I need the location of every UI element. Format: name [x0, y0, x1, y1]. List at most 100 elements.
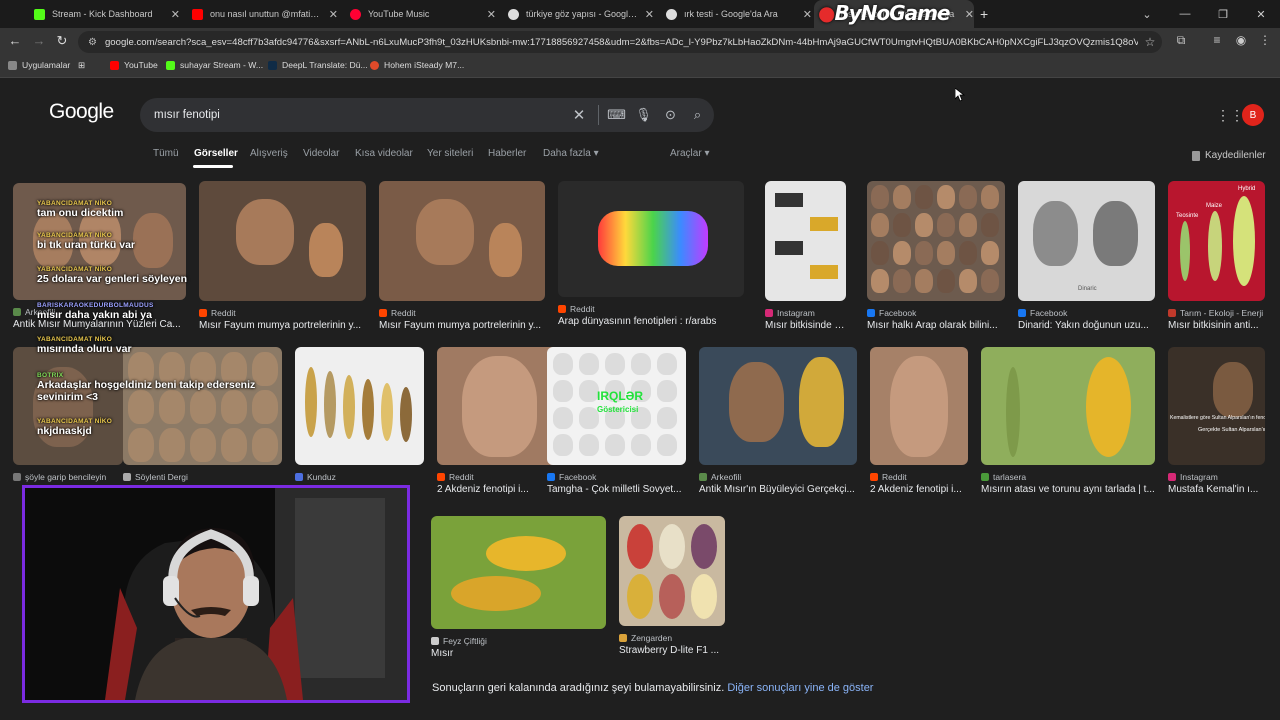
- image-result-source[interactable]: Reddit: [870, 472, 907, 482]
- bookmark-hohem[interactable]: Hohem iSteady M7...: [370, 60, 464, 70]
- image-result-thumbnail[interactable]: Gerçekte Sultan Alparslan'ın fenotipi na…: [1168, 347, 1265, 465]
- image-result-title[interactable]: Mısırın atası ve torunu aynı tarlada | t…: [981, 484, 1155, 495]
- filter-images[interactable]: Görseller: [194, 148, 238, 159]
- image-result-card[interactable]: Dinaric Facebook Dinarid: Yakın doğunun uz…: [1018, 181, 1155, 341]
- image-result-card[interactable]: Facebook Mısır halkı Arap olarak bilini..…: [867, 181, 1005, 341]
- tab-google-irk[interactable]: ırk testi - Google'da Ara ✕: [660, 0, 812, 28]
- image-result-title[interactable]: 2 Akdeniz fenotipi i...: [437, 484, 562, 495]
- image-result-thumbnail[interactable]: [379, 181, 545, 301]
- image-result-source[interactable]: Zengarden: [619, 633, 672, 643]
- image-result-source[interactable]: Facebook: [867, 308, 916, 318]
- image-result-thumbnail[interactable]: [431, 516, 606, 629]
- image-result-card[interactable]: Arkeofili Antik Mısır'ın Büyüleyici Gerçe…: [699, 347, 857, 505]
- image-result-source[interactable]: Reddit: [558, 304, 595, 314]
- close-tab-icon[interactable]: ✕: [965, 8, 974, 21]
- image-result-source[interactable]: Reddit: [437, 472, 474, 482]
- image-result-thumbnail[interactable]: [437, 347, 562, 465]
- image-result-title[interactable]: Mısır halkı Arap olarak bilini...: [867, 320, 1005, 331]
- search-input[interactable]: [154, 109, 564, 121]
- tab-youtube-video[interactable]: onu nasıl unuttun @mfatiherg...✕: [186, 0, 338, 28]
- image-result-thumbnail[interactable]: [295, 347, 424, 465]
- image-result-card[interactable]: Reddit Arap dünyasının fenotipleri : r/ar…: [558, 181, 744, 337]
- image-result-card[interactable]: Kunduz: [295, 347, 424, 505]
- keyboard-icon[interactable]: ⌨: [603, 107, 630, 123]
- close-tab-icon[interactable]: ✕: [487, 8, 496, 21]
- image-result-title[interactable]: Mustafa Kemal'in ı...: [1168, 484, 1265, 495]
- image-result-card[interactable]: IRQLƏR Göstericisi Facebook Tamgha - Çok mi…: [547, 347, 686, 505]
- filter-news[interactable]: Haberler: [488, 148, 526, 159]
- image-result-card[interactable]: Feyz Çiftliği Mısır: [431, 516, 606, 669]
- close-tab-icon[interactable]: ✕: [803, 8, 812, 21]
- google-apps-icon[interactable]: ⋮⋮: [1216, 107, 1244, 124]
- search-icon[interactable]: ⌕: [684, 107, 711, 123]
- tab-kick-dashboard[interactable]: Stream - Kick Dashboard ✕: [28, 0, 180, 28]
- image-result-title[interactable]: Antik Mısır'ın Büyüleyici Gerçekçi...: [699, 484, 857, 495]
- image-result-title[interactable]: Dinarid: Yakın doğunun uzu...: [1018, 320, 1155, 331]
- voice-search-icon[interactable]: 🎙: [630, 107, 657, 123]
- new-tab-button[interactable]: +: [980, 0, 998, 28]
- image-result-source[interactable]: Reddit: [379, 308, 416, 318]
- filter-all[interactable]: Tümü: [153, 148, 179, 159]
- media-icon[interactable]: ≡: [1208, 33, 1226, 47]
- lens-icon[interactable]: ⊙: [657, 107, 684, 123]
- omnibox-url[interactable]: google.com/search?sca_esv=48cff7b3afdc94…: [105, 37, 1138, 48]
- show-more-results-link[interactable]: Diğer sonuçları yine de göster: [727, 682, 873, 694]
- image-result-source[interactable]: Facebook: [1018, 308, 1067, 318]
- filter-videos[interactable]: Videolar: [303, 148, 340, 159]
- close-window-icon[interactable]: ✕: [1242, 8, 1280, 21]
- bookmark-star-icon[interactable]: ☆: [1138, 35, 1162, 49]
- bookmark-kick-stream[interactable]: suhayar Stream - W...: [166, 60, 263, 70]
- bookmark-deepl[interactable]: DeepL Translate: Dü...: [268, 60, 368, 70]
- image-result-title[interactable]: Mısır Fayum mumya portrelerinin y...: [379, 320, 545, 331]
- image-result-thumbnail[interactable]: Hybrid Maize Teosinte: [1168, 181, 1265, 301]
- image-result-title[interactable]: 2 Akdeniz fenotipi i...: [870, 484, 968, 495]
- image-result-thumbnail[interactable]: [699, 347, 857, 465]
- image-result-card[interactable]: Hybrid Maize Teosinte Tarım - Ekoloji - Ene…: [1168, 181, 1265, 341]
- image-result-card[interactable]: Reddit Mısır Fayum mumya portrelerinin y.…: [379, 181, 545, 341]
- back-icon[interactable]: ←: [6, 33, 24, 48]
- image-result-title[interactable]: Tamgha - Çok milletli Sovyet...: [547, 484, 686, 495]
- image-result-source[interactable]: şöyle garip bencileyin: [13, 472, 106, 482]
- image-result-card[interactable]: Reddit 2 Akdeniz fenotipi i...: [437, 347, 562, 505]
- image-result-thumbnail[interactable]: [558, 181, 744, 297]
- minimize-icon[interactable]: —: [1166, 8, 1204, 20]
- filter-tools[interactable]: Araçlar ▾: [670, 148, 709, 159]
- image-result-card[interactable]: Reddit 2 Akdeniz fenotipi i...: [870, 347, 968, 505]
- bookmark-grid[interactable]: ⊞: [78, 60, 85, 71]
- image-result-thumbnail[interactable]: [870, 347, 968, 465]
- image-result-source[interactable]: tarlasera: [981, 472, 1026, 482]
- menu-icon[interactable]: ⋮: [1256, 33, 1274, 47]
- bookmark-youtube[interactable]: YouTube: [110, 60, 158, 70]
- image-result-source[interactable]: Facebook: [547, 472, 596, 482]
- image-result-source[interactable]: Kunduz: [295, 472, 336, 482]
- image-result-source[interactable]: Feyz Çiftliği: [431, 636, 487, 646]
- site-info-icon[interactable]: ⚙: [88, 37, 97, 48]
- image-result-source[interactable]: Instagram: [1168, 472, 1218, 482]
- extensions-icon[interactable]: ⧉: [1172, 33, 1190, 48]
- image-result-thumbnail[interactable]: Dinaric: [1018, 181, 1155, 301]
- image-result-thumbnail[interactable]: [619, 516, 725, 626]
- tab-google-goz[interactable]: türkiye göz yapısı - Google'da A...✕: [502, 0, 654, 28]
- image-result-card[interactable]: Gerçekte Sultan Alparslan'ın fenotipi na…: [1168, 347, 1265, 505]
- account-avatar[interactable]: B: [1242, 104, 1264, 126]
- image-result-thumbnail[interactable]: [867, 181, 1005, 301]
- image-result-title[interactable]: Arap dünyasının fenotipleri : r/arabs: [558, 316, 744, 327]
- saved-button[interactable]: Kaydedilenler: [1192, 150, 1266, 161]
- filter-web[interactable]: Yer siteleri: [427, 148, 473, 159]
- image-result-source[interactable]: Söylenti Dergi: [123, 472, 188, 482]
- image-result-thumbnail[interactable]: [765, 181, 846, 301]
- forward-icon[interactable]: →: [30, 33, 48, 48]
- filter-more[interactable]: Daha fazla ▾: [543, 148, 599, 159]
- image-result-source[interactable]: Arkeofili: [699, 472, 741, 482]
- image-result-thumbnail[interactable]: IRQLƏR Göstericisi: [547, 347, 686, 465]
- close-tab-icon[interactable]: ✕: [645, 8, 654, 21]
- image-result-card[interactable]: tarlasera Mısırın atası ve torunu aynı ta…: [981, 347, 1155, 505]
- image-result-title[interactable]: Mısır bitkisinde ça...: [765, 320, 846, 331]
- reload-icon[interactable]: ↻: [53, 33, 71, 49]
- google-logo[interactable]: Google: [49, 100, 114, 124]
- tab-search-icon[interactable]: ⌄: [1128, 8, 1166, 21]
- image-result-source[interactable]: Tarım - Ekoloji - Enerji: [1168, 308, 1263, 318]
- close-tab-icon[interactable]: ✕: [171, 8, 180, 21]
- clear-search-icon[interactable]: ✕: [564, 106, 594, 124]
- image-result-card[interactable]: Zengarden Strawberry D-lite F1 ...: [619, 516, 725, 666]
